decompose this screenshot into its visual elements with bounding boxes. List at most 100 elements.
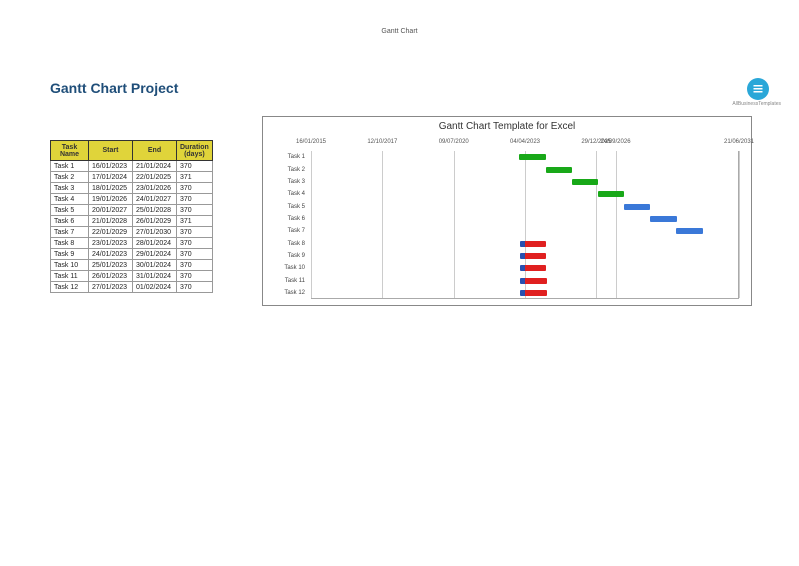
gridline: [616, 151, 617, 298]
table-cell: 01/02/2024: [133, 282, 177, 293]
table-cell: Task 4: [51, 194, 89, 205]
plot-area: [311, 151, 739, 299]
table-cell: 27/01/2030: [133, 227, 177, 238]
table-row: Task 722/01/202927/01/2030370: [51, 227, 213, 238]
gantt-bar: [572, 179, 598, 185]
table-cell: 24/01/2027: [133, 194, 177, 205]
gantt-bar: [520, 241, 546, 247]
gantt-bar: [520, 265, 546, 271]
table-cell: 371: [177, 216, 213, 227]
gantt-bar: [519, 154, 545, 160]
table-row: Task 924/01/202329/01/2024370: [51, 249, 213, 260]
y-tick-label: Task 11: [285, 278, 305, 284]
table-cell: 370: [177, 161, 213, 172]
y-tick-label: Task 6: [288, 216, 305, 222]
table-cell: 370: [177, 205, 213, 216]
table-cell: 23/01/2026: [133, 183, 177, 194]
table-cell: 24/01/2023: [89, 249, 133, 260]
y-tick-label: Task 10: [284, 265, 305, 271]
table-cell: Task 5: [51, 205, 89, 216]
gridline: [739, 151, 740, 298]
table-cell: Task 11: [51, 271, 89, 282]
table-cell: 21/01/2028: [89, 216, 133, 227]
table-row: Task 1025/01/202330/01/2024370: [51, 260, 213, 271]
col-duration: Duration (days): [177, 141, 213, 161]
x-tick-label: 09/07/2020: [439, 139, 469, 145]
table-cell: Task 2: [51, 172, 89, 183]
chart-title: Gantt Chart Template for Excel: [263, 117, 751, 134]
x-axis-ticks: 16/01/201512/10/201709/07/202004/04/2023…: [311, 139, 739, 149]
col-task-name: Task Name: [51, 141, 89, 161]
logo-caption: AllBusinessTemplates: [732, 101, 781, 107]
table-cell: 370: [177, 183, 213, 194]
y-tick-label: Task 3: [288, 179, 305, 185]
table-cell: 26/01/2023: [89, 271, 133, 282]
table-header-row: Task Name Start End Duration (days): [51, 141, 213, 161]
y-tick-label: Task 8: [288, 241, 305, 247]
table-cell: Task 1: [51, 161, 89, 172]
table-cell: 370: [177, 194, 213, 205]
table-cell: 29/01/2024: [133, 249, 177, 260]
gantt-bar: [624, 204, 650, 210]
gantt-bar: [676, 228, 702, 234]
table-cell: 30/01/2024: [133, 260, 177, 271]
table-row: Task 1227/01/202301/02/2024370: [51, 282, 213, 293]
gridline: [525, 151, 526, 298]
x-tick-label: 04/04/2023: [510, 139, 540, 145]
table-cell: 371: [177, 172, 213, 183]
table-cell: Task 7: [51, 227, 89, 238]
table-row: Task 621/01/202826/01/2029371: [51, 216, 213, 227]
table-cell: Task 12: [51, 282, 89, 293]
table-row: Task 318/01/202523/01/2026370: [51, 183, 213, 194]
table-cell: 22/01/2029: [89, 227, 133, 238]
gantt-bar: [598, 191, 624, 197]
task-table: Task Name Start End Duration (days) Task…: [50, 140, 213, 293]
document-title: Gantt Chart: [0, 28, 799, 35]
logo-icon: [747, 78, 769, 100]
gridline: [382, 151, 383, 298]
table-row: Task 419/01/202624/01/2027370: [51, 194, 213, 205]
y-tick-label: Task 4: [288, 191, 305, 197]
table-cell: 19/01/2026: [89, 194, 133, 205]
table-cell: 27/01/2023: [89, 282, 133, 293]
table-cell: 370: [177, 249, 213, 260]
table-cell: 370: [177, 260, 213, 271]
table-row: Task 116/01/202321/01/2024370: [51, 161, 213, 172]
table-cell: 17/01/2024: [89, 172, 133, 183]
gantt-bar: [520, 253, 546, 259]
gridline: [596, 151, 597, 298]
gantt-bar: [650, 216, 676, 222]
y-axis-labels: Task 1 Task 2 Task 3 Task 4 Task 5 Task 6 Task…: [263, 151, 309, 299]
table-cell: 21/01/2024: [133, 161, 177, 172]
page-title: Gantt Chart Project: [50, 80, 178, 96]
col-end: End: [133, 141, 177, 161]
table-cell: Task 6: [51, 216, 89, 227]
table-cell: 22/01/2025: [133, 172, 177, 183]
table-cell: 23/01/2023: [89, 238, 133, 249]
table-cell: Task 8: [51, 238, 89, 249]
gantt-chart: Gantt Chart Template for Excel 16/01/201…: [262, 116, 752, 306]
y-tick-label: Task 2: [288, 167, 305, 173]
gridline: [454, 151, 455, 298]
x-tick-label: 21/06/2031: [724, 139, 754, 145]
table-cell: 18/01/2025: [89, 183, 133, 194]
table-cell: Task 10: [51, 260, 89, 271]
table-cell: 25/01/2028: [133, 205, 177, 216]
table-cell: 20/01/2027: [89, 205, 133, 216]
table-cell: 16/01/2023: [89, 161, 133, 172]
table-cell: 370: [177, 238, 213, 249]
table-row: Task 823/01/202328/01/2024370: [51, 238, 213, 249]
table-cell: Task 9: [51, 249, 89, 260]
table-cell: Task 3: [51, 183, 89, 194]
table-cell: 25/01/2023: [89, 260, 133, 271]
col-start: Start: [89, 141, 133, 161]
x-tick-label: 24/09/2026: [601, 139, 631, 145]
y-tick-label: Task 5: [288, 204, 305, 210]
y-tick-label: Task 1: [288, 154, 305, 160]
x-tick-label: 12/10/2017: [367, 139, 397, 145]
table-cell: 370: [177, 271, 213, 282]
table-cell: 28/01/2024: [133, 238, 177, 249]
table-row: Task 1126/01/202331/01/2024370: [51, 271, 213, 282]
y-tick-label: Task 7: [288, 228, 305, 234]
y-tick-label: Task 12: [284, 290, 305, 296]
